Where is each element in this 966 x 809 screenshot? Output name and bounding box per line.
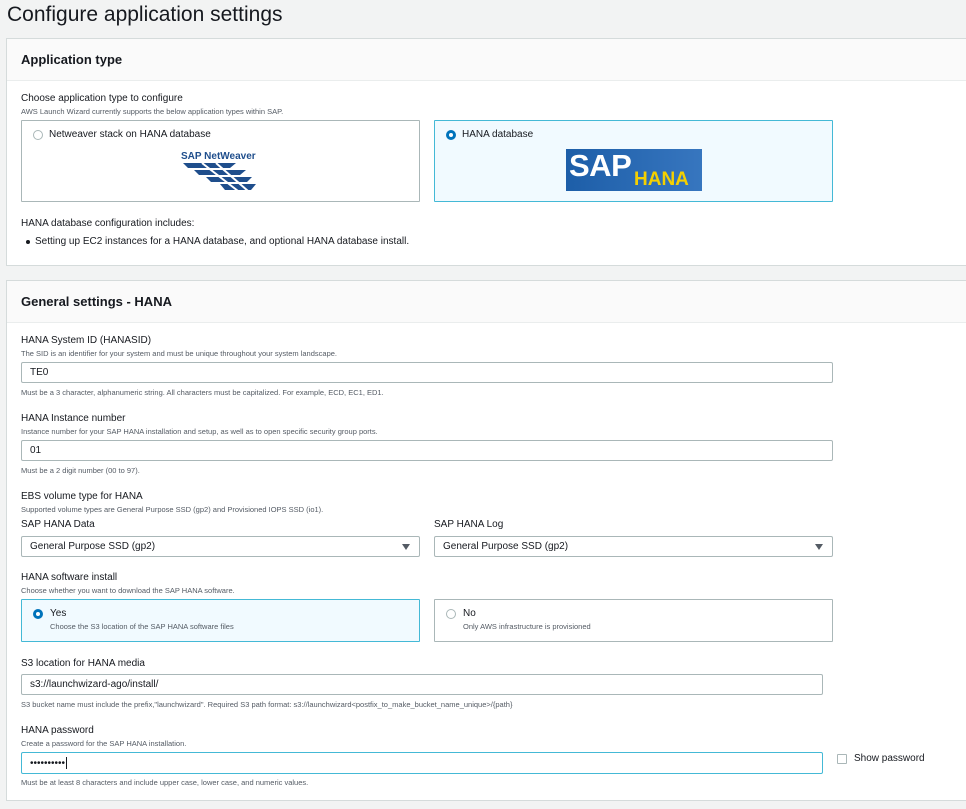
option-hana-tile[interactable]: HANA database SAP HANA <box>434 120 833 202</box>
hana-radio[interactable] <box>446 130 456 140</box>
password-hint: Must be at least 8 characters and includ… <box>21 778 309 787</box>
software-yes-radio[interactable] <box>33 609 43 619</box>
software-no-radio[interactable] <box>446 609 456 619</box>
general-settings-panel: General settings - HANA HANA System ID (… <box>6 280 966 801</box>
sid-hint: Must be a 3 character, alphanumeric stri… <box>21 388 384 397</box>
bullet-icon <box>26 240 30 244</box>
includes-label: HANA database configuration includes: <box>21 218 195 229</box>
software-yes-tile[interactable]: Yes Choose the S3 location of the SAP HA… <box>21 599 420 642</box>
hana-log-select[interactable]: General Purpose SSD (gp2) <box>434 536 833 557</box>
password-input[interactable]: •••••••••• <box>21 752 823 774</box>
netweaver-option-label: Netweaver stack on HANA database <box>49 129 211 140</box>
sap-hana-logo: SAP HANA <box>566 149 702 191</box>
sid-description: The SID is an identifier for your system… <box>21 349 337 358</box>
panel-header: General settings - HANA <box>7 281 966 323</box>
text-cursor <box>66 757 68 769</box>
svg-text:SAP NetWeaver: SAP NetWeaver <box>181 151 256 162</box>
sid-input[interactable]: TE0 <box>21 362 833 383</box>
hana-data-select[interactable]: General Purpose SSD (gp2) <box>21 536 420 557</box>
s3-location-input[interactable]: s3://launchwizard-ago/install/ <box>21 674 823 695</box>
s3-location-label: S3 location for HANA media <box>21 658 145 669</box>
software-no-tile[interactable]: No Only AWS infrastructure is provisione… <box>434 599 833 642</box>
s3-hint: S3 bucket name must include the prefix,"… <box>21 700 513 709</box>
caret-down-icon <box>815 544 823 550</box>
show-password-label[interactable]: Show password <box>854 753 925 764</box>
instance-number-input[interactable]: 01 <box>21 440 833 461</box>
page-title: Configure application settings <box>7 3 283 26</box>
instance-description: Instance number for your SAP HANA instal… <box>21 427 378 436</box>
application-type-panel: Application type Choose application type… <box>6 38 966 266</box>
password-value: •••••••••• <box>30 757 66 769</box>
instance-label: HANA Instance number <box>21 413 126 424</box>
ebs-description: Supported volume types are General Purpo… <box>21 505 324 514</box>
password-description: Create a password for the SAP HANA insta… <box>21 739 187 748</box>
panel-header: Application type <box>7 39 966 81</box>
choose-app-type-description: AWS Launch Wizard currently supports the… <box>21 107 284 116</box>
hana-log-value: General Purpose SSD (gp2) <box>443 541 569 552</box>
software-no-description: Only AWS infrastructure is provisioned <box>463 622 591 631</box>
choose-app-type-label: Choose application type to configure <box>21 93 183 104</box>
instance-hint: Must be a 2 digit number (00 to 97). <box>21 466 140 475</box>
caret-down-icon <box>402 544 410 550</box>
software-yes-label: Yes <box>50 608 67 619</box>
password-label: HANA password <box>21 725 94 736</box>
sid-label: HANA System ID (HANASID) <box>21 335 152 346</box>
software-install-description: Choose whether you want to download the … <box>21 586 235 595</box>
show-password-checkbox[interactable] <box>837 754 847 764</box>
hana-log-label: SAP HANA Log <box>434 519 504 530</box>
software-install-label: HANA software install <box>21 572 118 583</box>
ebs-label: EBS volume type for HANA <box>21 491 143 502</box>
hana-data-label: SAP HANA Data <box>21 519 95 530</box>
software-no-label: No <box>463 608 476 619</box>
hana-option-label: HANA database <box>462 129 534 140</box>
option-netweaver-tile[interactable]: Netweaver stack on HANA database SAP Net… <box>21 120 420 202</box>
netweaver-radio[interactable] <box>33 130 43 140</box>
includes-item: Setting up EC2 instances for a HANA data… <box>35 236 410 247</box>
sap-netweaver-logo: SAP NetWeaver <box>180 149 262 198</box>
hana-data-value: General Purpose SSD (gp2) <box>30 541 156 552</box>
software-yes-description: Choose the S3 location of the SAP HANA s… <box>50 622 234 631</box>
